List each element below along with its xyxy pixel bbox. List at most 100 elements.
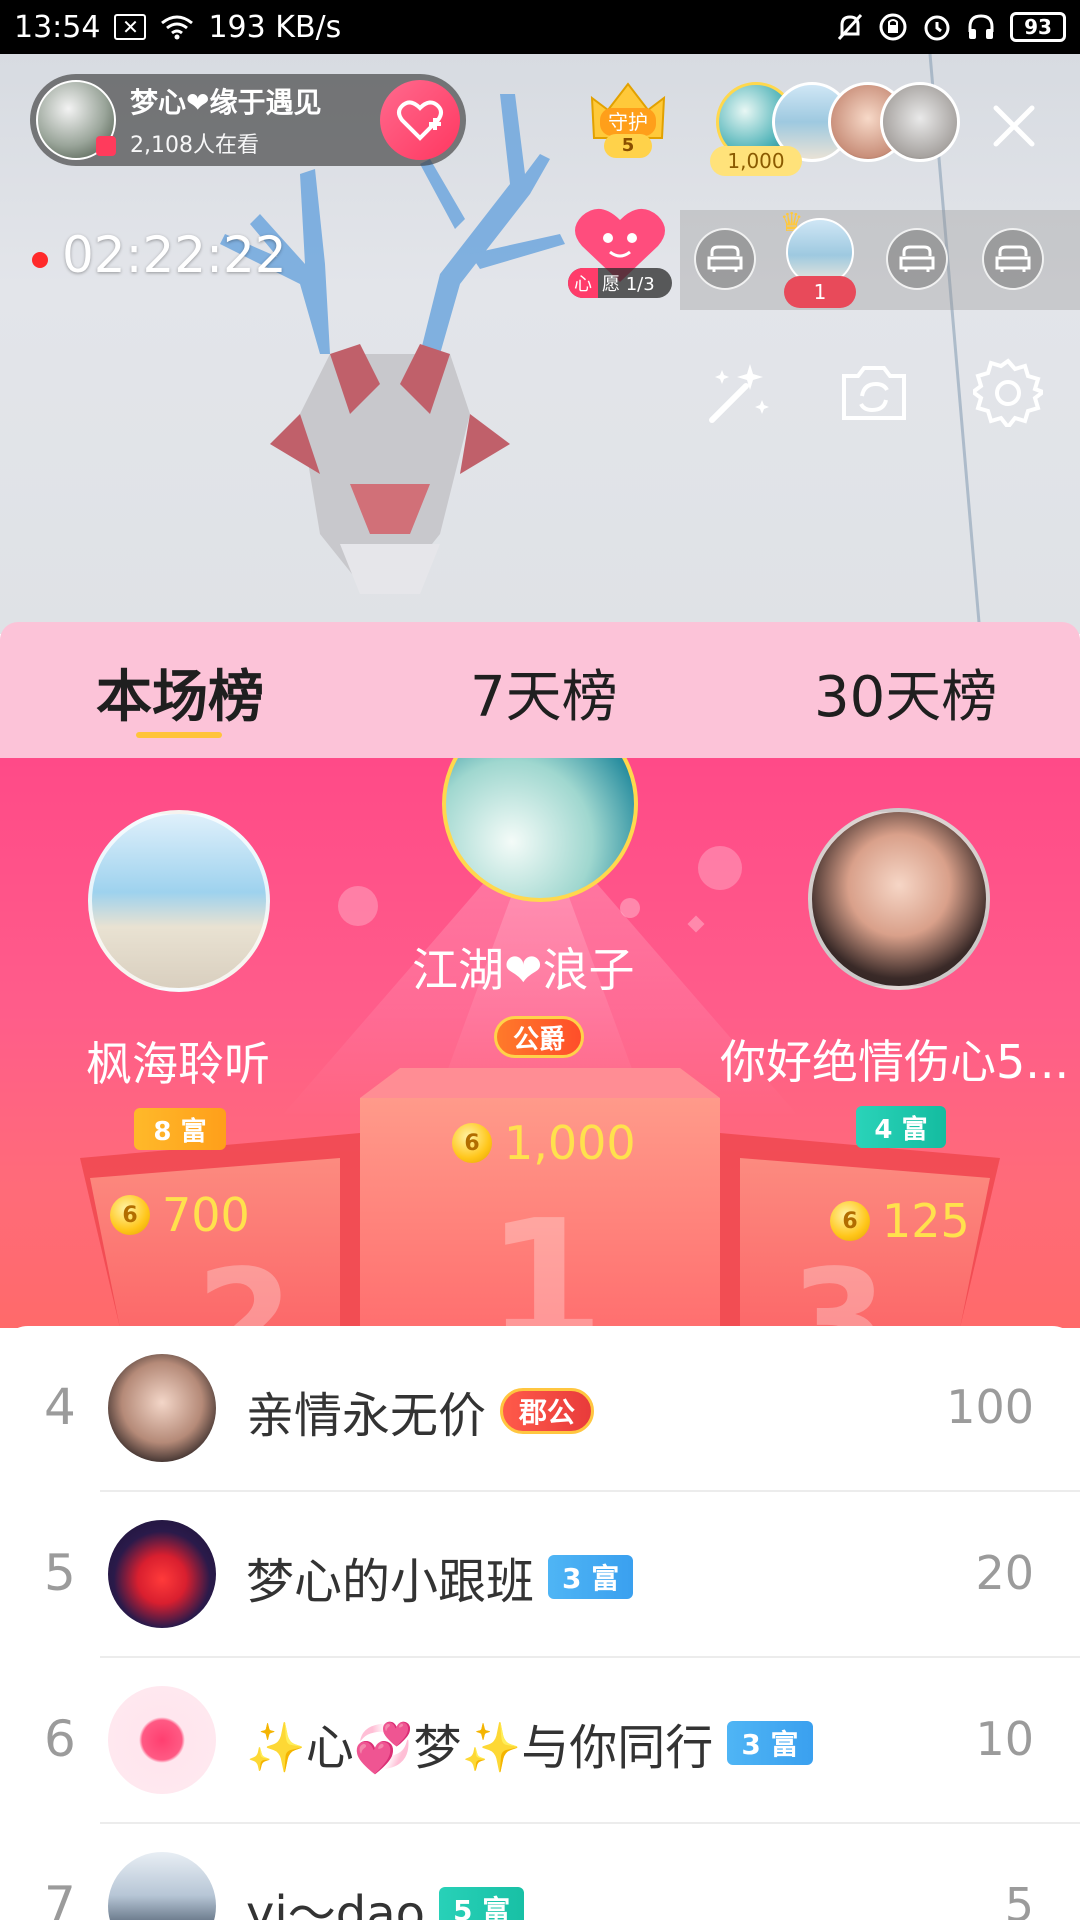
coin-icon: 6 [110,1195,150,1235]
flip-camera-button[interactable] [834,352,914,432]
heart-plus-icon [397,100,443,141]
first-place-score: 6 1,000 [452,1116,636,1170]
list-item[interactable]: 5 梦心的小跟班 3 富 20 [0,1492,1080,1658]
user-name: 亲情永无价 郡公 [246,1376,595,1446]
user-name-text: 梦心的小跟班 [246,1554,535,1610]
ranking-tabs: 本场榜 7天榜 30天榜 [0,622,1080,758]
tab-30-days[interactable]: 30天榜 [814,652,997,733]
guard-badge[interactable]: 守护 5 [582,78,674,172]
status-bar: 13:54 ✕ 193 KB/s 93 [0,0,1080,54]
bell-muted-icon [836,12,864,42]
list-item[interactable]: 7 yi～dao 5 富 5 [0,1824,1080,1920]
user-name-text: yi～dao [246,1886,425,1920]
user-score: 10 [975,1712,1034,1766]
top-three-podium: 1 2 3 江湖❤浪子 公爵 6 1,000 枫海聆听 8 富 6 700 你好… [0,758,1080,1328]
first-place-name: 江湖❤浪子 [412,943,635,997]
rank-number: 7 [44,1876,76,1920]
user-avatar[interactable] [108,1354,216,1462]
coin-icon: 6 [830,1201,870,1241]
third-place-name: 你好绝情伤心5... [720,1035,1070,1089]
top-viewers[interactable]: 1,000 [710,82,960,176]
level-badge: 3 富 [727,1721,813,1765]
active-tab-indicator [136,732,222,738]
user-name: ✨心💞梦✨与你同行 3 富 [246,1708,813,1778]
first-place-score-value: 1,000 [504,1116,636,1170]
second-place-score: 6 700 [110,1188,250,1242]
top-viewer-coins: 1,000 [710,146,802,176]
coin-icon: 6 [452,1123,492,1163]
user-name-text: ✨心💞梦✨与你同行 [246,1720,714,1776]
second-place-score-value: 700 [162,1188,250,1242]
rank-number: 6 [44,1710,76,1768]
live-indicator-icon [96,136,116,156]
sofa-icon [995,245,1031,272]
network-speed: 193 KB/s [208,9,342,45]
beauty-button[interactable] [698,352,778,432]
camera-switch-icon [842,366,906,420]
podium-number-1: 1 [486,1184,605,1328]
live-timer: 02:22:22 [62,226,287,284]
title-badge: 郡公 [500,1388,595,1434]
settings-button[interactable] [968,352,1048,432]
gear-icon [973,358,1043,427]
user-score: 20 [975,1546,1034,1600]
battery-indicator: 93 [1010,12,1066,42]
clock: 13:54 [14,9,101,45]
user-avatar[interactable] [108,1520,216,1628]
alarm-icon [922,12,952,42]
user-name-text: 亲情永无价 [246,1388,487,1444]
podium-number-3: 3 [790,1240,888,1329]
tab-7-days[interactable]: 7天榜 [470,652,618,733]
first-place-title-badge: 公爵 [494,1016,584,1058]
user-name: 梦心的小跟班 3 富 [246,1542,634,1612]
mic-seat-strip: ♛ 1 [680,208,1080,310]
second-place-name: 枫海聆听 [86,1037,270,1091]
recording-dot [32,252,48,268]
viewer-count: 2,108人在看 [130,133,259,158]
tab-current-session[interactable]: 本场榜 [96,652,264,733]
svg-text:守护: 守护 [608,110,648,134]
user-avatar[interactable] [108,1686,216,1794]
user-score: 100 [946,1380,1034,1434]
rank-number: 5 [44,1544,76,1602]
user-avatar[interactable] [108,1852,216,1920]
close-icon [993,105,1035,147]
host-name: 梦心❤缘于遇见 [130,86,322,119]
user-score: 5 [1004,1878,1034,1920]
ranking-list: 4 亲情永无价 郡公 100 5 梦心的小跟班 3 富 20 6 ✨心💞梦✨与你… [0,1326,1080,1920]
wish-text: 愿 1/3 [602,274,655,295]
podium-number-2: 2 [196,1240,294,1329]
headphones-icon [966,12,996,42]
wifi-icon [160,14,194,40]
empty-seat[interactable] [694,228,756,290]
second-place-level-badge: 8 富 [134,1108,226,1150]
list-item[interactable]: 4 亲情永无价 郡公 100 [0,1326,1080,1492]
wish-prefix: 心 [568,268,598,298]
magic-wand-icon [709,364,769,423]
third-place-score-value: 125 [882,1194,970,1248]
host-info-pill[interactable]: 梦心❤缘于遇见 2,108人在看 [30,74,466,166]
third-place-score: 6 125 [830,1194,970,1248]
wish-progress[interactable]: 心 愿 1/3 [568,268,672,298]
sofa-icon [899,245,935,272]
sofa-icon [707,245,743,272]
close-button[interactable] [986,98,1042,154]
second-place-avatar[interactable] [88,810,270,992]
host-avatar[interactable] [36,80,116,160]
notification-blocked-icon: ✕ [114,14,147,40]
seat-count: 1 [784,276,856,308]
level-badge: 5 富 [439,1887,525,1920]
third-place-avatar[interactable] [808,808,990,990]
user-name: yi～dao 5 富 [246,1874,525,1920]
rotation-lock-icon [878,12,908,42]
viewer-avatar[interactable] [880,82,960,162]
level-badge: 3 富 [548,1555,634,1599]
list-item[interactable]: 6 ✨心💞梦✨与你同行 3 富 10 [0,1658,1080,1824]
third-place-level-badge: 4 富 [856,1106,946,1148]
rank-number: 4 [44,1378,76,1436]
follow-button[interactable] [380,80,460,160]
guard-count: 5 [604,134,652,158]
empty-seat[interactable] [982,228,1044,290]
empty-seat[interactable] [886,228,948,290]
live-video-area: 梦心❤缘于遇见 2,108人在看 守护 5 1,000 02:22:22 心 愿… [0,54,1080,634]
